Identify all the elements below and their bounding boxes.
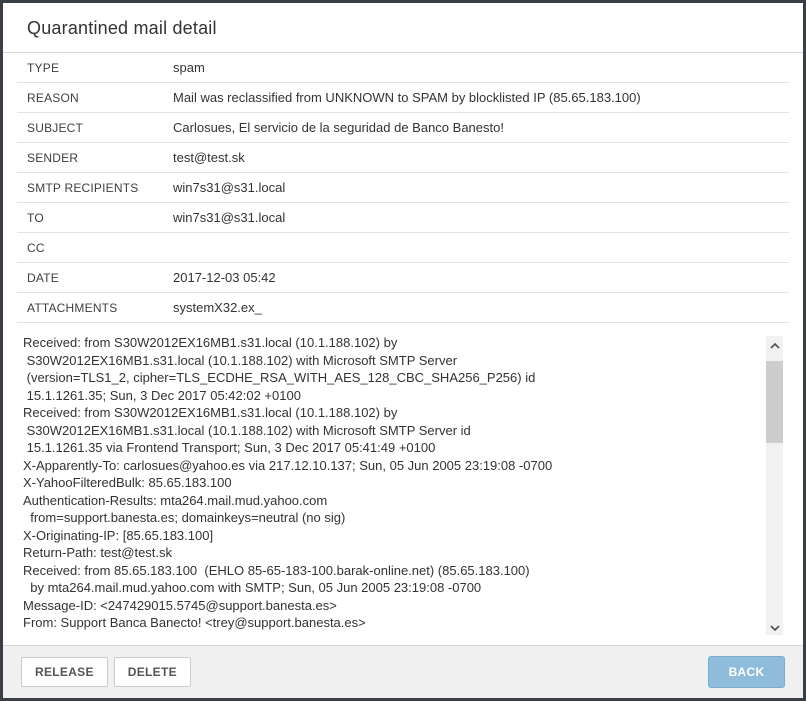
field-label: REASON — [27, 91, 173, 105]
dialog-footer: RELEASE DELETE BACK — [3, 645, 803, 698]
scroll-up-button[interactable] — [766, 336, 783, 353]
mail-detail-fields: TYPE spam REASON Mail was reclassified f… — [17, 53, 789, 323]
scrollbar-track[interactable] — [766, 353, 783, 618]
field-label: SUBJECT — [27, 121, 173, 135]
footer-left-buttons: RELEASE DELETE — [21, 657, 191, 687]
dialog-header: Quarantined mail detail — [3, 3, 803, 53]
mail-headers-text: Received: from S30W2012EX16MB1.s31.local… — [17, 332, 766, 639]
field-value: 2017-12-03 05:42 — [173, 270, 276, 285]
chevron-down-icon — [770, 619, 780, 634]
delete-button[interactable]: DELETE — [114, 657, 191, 687]
field-label: ATTACHMENTS — [27, 301, 173, 315]
field-value: win7s31@s31.local — [173, 210, 285, 225]
field-value: Mail was reclassified from UNKNOWN to SP… — [173, 90, 641, 105]
chevron-up-icon — [770, 337, 780, 352]
scroll-down-button[interactable] — [766, 618, 783, 635]
field-label: SENDER — [27, 151, 173, 165]
field-row-reason: REASON Mail was reclassified from UNKNOW… — [17, 83, 789, 113]
mail-headers-panel: Received: from S30W2012EX16MB1.s31.local… — [17, 332, 783, 639]
back-button[interactable]: BACK — [708, 656, 785, 688]
field-label: TYPE — [27, 61, 173, 75]
field-label: DATE — [27, 271, 173, 285]
field-row-sender: SENDER test@test.sk — [17, 143, 789, 173]
field-row-cc: CC — [17, 233, 789, 263]
scrollbar-thumb[interactable] — [766, 361, 783, 443]
field-row-date: DATE 2017-12-03 05:42 — [17, 263, 789, 293]
quarantined-mail-detail-dialog: Quarantined mail detail TYPE spam REASON… — [0, 0, 806, 701]
field-value: systemX32.ex_ — [173, 300, 262, 315]
field-row-attachments: ATTACHMENTS systemX32.ex_ — [17, 293, 789, 323]
field-row-to: TO win7s31@s31.local — [17, 203, 789, 233]
field-row-smtp-recipients: SMTP RECIPIENTS win7s31@s31.local — [17, 173, 789, 203]
field-value: test@test.sk — [173, 150, 245, 165]
field-value: spam — [173, 60, 205, 75]
field-row-type: TYPE spam — [17, 53, 789, 83]
field-label: SMTP RECIPIENTS — [27, 181, 173, 195]
release-button[interactable]: RELEASE — [21, 657, 108, 687]
field-value: win7s31@s31.local — [173, 180, 285, 195]
field-label: CC — [27, 241, 173, 255]
field-label: TO — [27, 211, 173, 225]
page-title: Quarantined mail detail — [27, 18, 779, 39]
field-row-subject: SUBJECT Carlosues, El servicio de la seg… — [17, 113, 789, 143]
field-value: Carlosues, El servicio de la seguridad d… — [173, 120, 504, 135]
scrollbar[interactable] — [766, 336, 783, 635]
